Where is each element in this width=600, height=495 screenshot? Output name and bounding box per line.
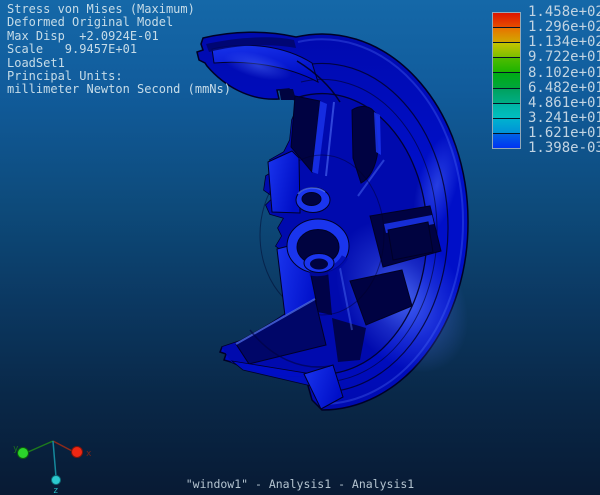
legend-segment	[493, 104, 520, 119]
legend-segment	[493, 119, 520, 134]
y-axis-line	[28, 441, 53, 452]
creo-results-window: Stress von Mises (Maximum)Deformed Origi…	[0, 0, 600, 495]
legend-value: 4.861e+01	[528, 96, 600, 111]
legend-values: 1.458e+021.296e+021.134e+029.722e+018.10…	[528, 5, 600, 157]
result-info-line: Deformed Original Model	[7, 16, 231, 29]
result-info-line: Stress von Mises (Maximum)	[7, 3, 231, 16]
legend-value: 6.482e+01	[528, 81, 600, 96]
legend-segment	[493, 28, 520, 43]
legend-value: 1.296e+02	[528, 20, 600, 35]
result-info-block: Stress von Mises (Maximum)Deformed Origi…	[7, 3, 231, 97]
x-axis-dot	[72, 447, 83, 458]
legend-value: 1.621e+01	[528, 126, 600, 141]
result-info-line: Max Disp +2.0924E-01	[7, 30, 231, 43]
result-info-line: Scale 9.9457E+01	[7, 43, 231, 56]
legend-value: 1.458e+02	[528, 5, 600, 20]
x-axis-label: x	[86, 449, 92, 459]
legend-segment	[493, 13, 520, 28]
legend-value: 1.398e-03	[528, 141, 600, 156]
result-info-line: LoadSet1	[7, 57, 231, 70]
y-axis-dot	[18, 448, 29, 459]
legend-value: 3.241e+01	[528, 111, 600, 126]
x-axis-line	[53, 441, 74, 452]
legend-segment	[493, 43, 520, 58]
legend-segment	[493, 58, 520, 73]
window-title: "window1" - Analysis1 - Analysis1	[0, 477, 600, 491]
legend-segment	[493, 73, 520, 88]
bolt-hole	[302, 193, 321, 206]
legend-value: 1.134e+02	[528, 35, 600, 50]
hub-cut-face-upper	[268, 151, 300, 213]
stress-legend: 1.458e+021.296e+021.134e+029.722e+018.10…	[480, 0, 600, 160]
hub-cylinder-hole	[310, 259, 328, 270]
legend-value: 9.722e+01	[528, 50, 600, 65]
z-axis-line	[53, 441, 56, 477]
legend-value: 8.102e+01	[528, 66, 600, 81]
legend-colorbar	[492, 12, 521, 149]
result-info-line: Principal Units:	[7, 70, 231, 83]
legend-segment	[493, 89, 520, 104]
legend-segment	[493, 134, 520, 148]
result-info-line: millimeter Newton Second (mmNs)	[7, 83, 231, 96]
